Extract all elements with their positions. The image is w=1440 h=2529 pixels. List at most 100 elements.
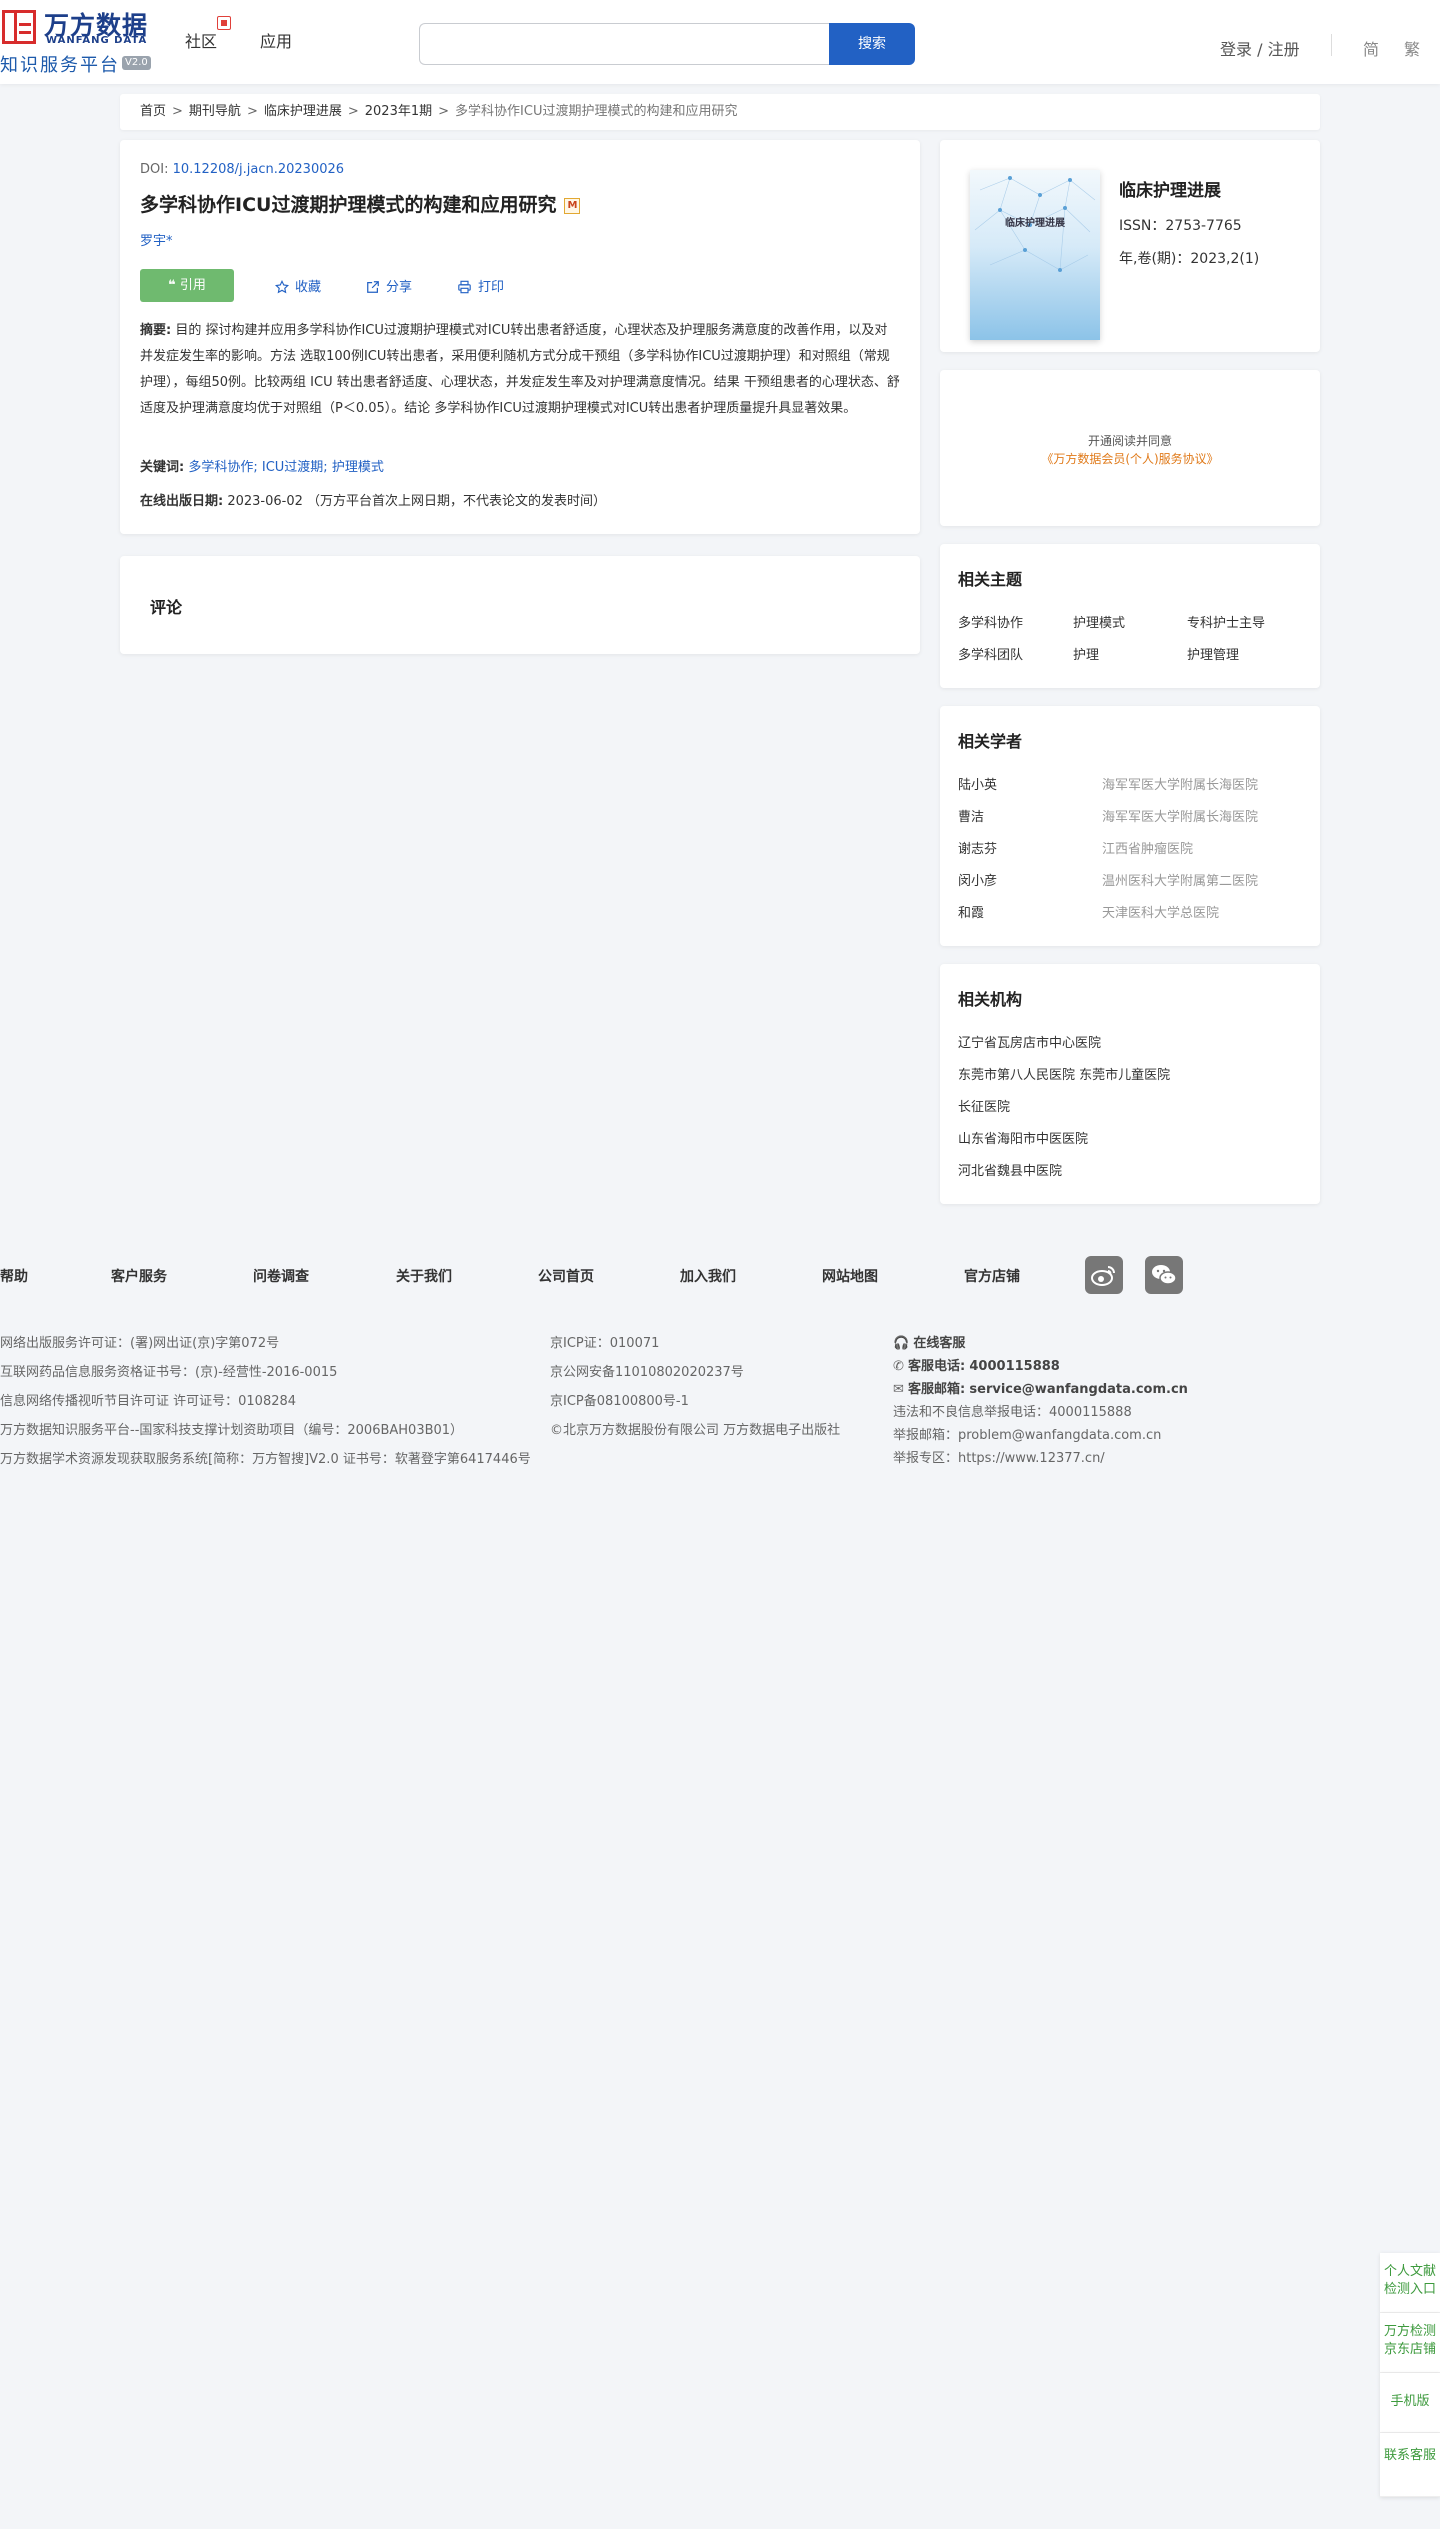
cite-button[interactable]: ❝ 引用 [140,269,234,302]
org-link[interactable]: 山东省海阳市中医医院 [958,1128,1088,1147]
nav-apps[interactable]: 应用 [260,28,292,52]
breadcrumb: 首页 > 期刊导航 > 临床护理进展 >2023年1期 > 多学科协作ICU过渡期护理模式的构… [120,94,1320,130]
footer-survey[interactable]: 问卷调查 [253,1266,309,1286]
journal-volume: 年,卷(期)：2023,2(1) [1119,251,1260,267]
article-title-text: 多学科协作ICU过渡期护理模式的构建和应用研究 [140,194,557,216]
scholar-org[interactable]: 海军军医大学附属长海医院 [1102,774,1258,793]
topic-link[interactable]: 多学科协作 [958,612,1023,631]
footer-official-store[interactable]: 官方店铺 [964,1266,1020,1286]
org-link[interactable]: 东莞市第八人民医院 东莞市儿童医院 [958,1064,1170,1083]
related-orgs-title: 相关机构 [958,990,1023,1009]
footer-icp-license[interactable]: 京ICP证：010071 [550,1332,659,1351]
footer-copyright: ©北京万方数据股份有限公司 万方数据电子出版社 [550,1423,841,1438]
org-link[interactable]: 河北省魏县中医院 [958,1160,1062,1179]
search-button[interactable]: 搜索 [829,23,915,65]
favorite-button[interactable]: 收藏 [274,276,322,295]
footer-about[interactable]: 关于我们 [396,1266,452,1286]
cite-label: 引用 [179,278,206,293]
cover-network-graphic [974,176,1096,272]
service-email-label: 客服邮箱: [908,1382,966,1397]
breadcrumb-issue[interactable]: 2023年1期 [365,104,432,119]
service-email: ✉ 客服邮箱: service@wanfangdata.com.cn [893,1378,1188,1397]
side-mobile-label: 手机版 [1390,2394,1430,2409]
org-link[interactable]: 长征医院 [958,1096,1010,1115]
scholar-name[interactable]: 闵小彦 [958,870,997,889]
author-link[interactable]: 罗宇* [140,230,173,249]
report-email: 举报邮箱：problem@wanfangdata.com.cn [893,1428,1162,1443]
scholar-org[interactable]: 海军军医大学附属长海医院 [1102,806,1258,825]
footer-company-home[interactable]: 公司首页 [538,1266,594,1286]
breadcrumb-home[interactable]: 首页 [140,104,166,119]
site-header: 万方数据 WANFANG DATA 知识服务平台 V2.0 社区 应用 搜索 登… [0,0,1440,84]
keyword-link[interactable]: 多学科协作; [188,460,257,475]
footer-customer-service[interactable]: 客户服务 [111,1266,167,1286]
footer-join-us[interactable]: 加入我们 [680,1266,736,1286]
related-topics-title: 相关主题 [958,570,1023,589]
lang-traditional[interactable]: 繁 [1404,36,1420,60]
footer-icp-record[interactable]: 京ICP备08100800号-1 [550,1390,689,1409]
scholar-org[interactable]: 天津医科大学总医院 [1102,902,1219,921]
login-register-link[interactable]: 登录 / 注册 [1220,36,1300,60]
scholar-org[interactable]: 温州医科大学附属第二医院 [1102,870,1258,889]
topic-link[interactable]: 护理 [1073,644,1099,663]
online-service-link[interactable]: 🎧 在线客服 [893,1332,965,1351]
scholar-org[interactable]: 江西省肿瘤医院 [1102,838,1193,857]
lang-simplified[interactable]: 简 [1363,36,1379,60]
search-input[interactable] [419,23,829,65]
breadcrumb-journals[interactable]: 期刊导航 [189,104,241,119]
print-button[interactable]: 打印 [457,276,504,295]
org-link[interactable]: 辽宁省瓦房店市中心医院 [958,1032,1101,1051]
topic-link[interactable]: 护理管理 [1187,644,1239,663]
comment-card: 评论 [120,556,920,654]
journal-name[interactable]: 临床护理进展 [1119,176,1221,201]
wechat-button[interactable] [1145,1256,1183,1294]
breadcrumb-journal[interactable]: 临床护理进展 [264,104,342,119]
topic-link[interactable]: 专科护士主导 [1187,612,1265,631]
wanfang-logo[interactable]: 万方数据 WANFANG DATA 知识服务平台 V2.0 [0,6,160,76]
scholar-name[interactable]: 曹洁 [958,806,984,825]
service-email-value[interactable]: service@wanfangdata.com.cn [969,1382,1188,1397]
comment-title: 评论 [150,598,183,617]
side-jd-store[interactable]: 万方检测京东店铺 [1380,2313,1440,2373]
header-divider [1331,34,1332,56]
share-button[interactable]: 分享 [366,276,412,295]
service-phone-value: 4000115888 [969,1359,1060,1374]
topic-link[interactable]: 护理模式 [1073,612,1125,631]
footer-police-record[interactable]: 京公网安备11010802020237号 [550,1361,744,1380]
weibo-button[interactable] [1085,1256,1123,1294]
open-read-text: 开通阅读并同意 [1087,434,1172,448]
footer-license-3: 信息网络传播视听节目许可证 许可证号：0108284 [0,1394,297,1409]
wechat-icon [1152,1265,1177,1285]
abstract-text: 目的 探讨构建并应用多学科协作ICU过渡期护理模式对ICU转出患者舒适度，心理状… [140,323,900,416]
logo-english: WANFANG DATA [46,35,148,46]
m-badge-icon[interactable]: M [564,197,581,214]
side-detection-entry[interactable]: 个人文献检测入口 [1380,2253,1440,2313]
pubdate-note: （万方平台首次上网日期，不代表论文的发表时间） [307,494,607,509]
service-phone: ✆ 客服电话: 4000115888 [893,1355,1060,1374]
side-contact-service[interactable]: 联系客服 [1380,2433,1440,2497]
journal-card: 临床护理进展 临床护理进展 ISSN：2753-7765 年,卷(期)：2023… [940,140,1320,352]
online-service-label: 在线客服 [913,1336,966,1351]
logo-subtitle: 知识服务平台 [0,55,120,76]
scholar-name[interactable]: 谢志芬 [958,838,997,857]
footer-sitemap[interactable]: 网站地图 [822,1266,878,1286]
doi-link[interactable]: 10.12208/j.jacn.20230026 [173,162,344,177]
journal-issn: ISSN：2753-7765 [1119,218,1242,234]
scholar-name[interactable]: 陆小英 [958,774,997,793]
favorite-label: 收藏 [295,280,322,295]
journal-cover[interactable]: 临床护理进展 [970,170,1100,340]
abstract: 摘要: 目的 探讨构建并应用多学科协作ICU过渡期护理模式对ICU转出患者舒适度… [140,318,900,422]
report-zone-link[interactable]: 举报专区：https://www.12377.cn/ [893,1447,1105,1466]
keyword-link[interactable]: ICU过渡期; [262,460,328,475]
footer-help[interactable]: 帮助 [0,1266,28,1286]
service-agreement-link[interactable]: 《万方数据会员(个人)服务协议》 [940,450,1320,467]
scholar-name[interactable]: 和霞 [958,902,984,921]
footer-license-5: 万方数据学术资源发现获取服务系统[简称：万方智搜]V2.0 证书号：软著登字第6… [0,1452,531,1467]
keywords-label: 关键词: [140,460,185,475]
keyword-link[interactable]: 护理模式 [332,460,384,475]
nav-community[interactable]: 社区 [185,28,217,52]
abstract-label: 摘要: [140,323,172,338]
doi-line: DOI: 10.12208/j.jacn.20230026 [140,162,344,177]
side-mobile[interactable]: 手机版 [1380,2373,1440,2433]
topic-link[interactable]: 多学科团队 [958,644,1023,663]
